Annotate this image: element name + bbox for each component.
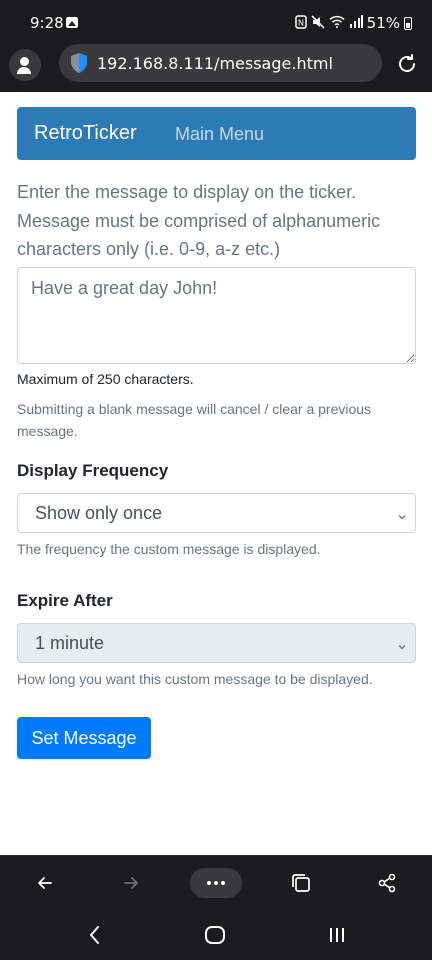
nav-back-icon[interactable] <box>83 923 107 947</box>
tabs-icon[interactable] <box>286 868 316 898</box>
back-arrow-icon[interactable] <box>30 868 60 898</box>
chevron-down-icon <box>397 636 407 650</box>
url-text[interactable]: 192.168.8.111/message.html <box>97 54 333 73</box>
status-time: 9:28 <box>30 14 64 32</box>
display-frequency-value[interactable]: Show only once <box>35 503 162 524</box>
more-icon[interactable] <box>190 868 242 898</box>
display-frequency-label: Display Frequency <box>17 461 169 480</box>
message-textarea[interactable]: Have a great day John! <box>17 267 416 364</box>
expire-after-select[interactable]: 1 minute <box>17 623 416 663</box>
mute-icon <box>311 14 325 32</box>
share-icon[interactable] <box>372 868 402 898</box>
status-icons: N 51% <box>294 14 412 32</box>
expire-after-value[interactable]: 1 minute <box>35 633 104 654</box>
expire-after-label: Expire After <box>17 591 113 610</box>
battery-percent: 51% <box>366 14 400 32</box>
web-page: RetroTicker Main Menu Enter the message … <box>0 92 432 855</box>
browser-address-bar: 192.168.8.111/message.html <box>0 44 432 92</box>
shield-icon[interactable] <box>69 52 89 74</box>
home-icon[interactable] <box>203 923 227 947</box>
profile-icon[interactable] <box>9 49 41 81</box>
svg-text:N: N <box>298 18 304 27</box>
signal-icon <box>349 15 363 31</box>
gallery-icon <box>66 17 78 28</box>
wifi-icon <box>329 15 345 31</box>
forward-arrow-icon[interactable] <box>116 868 146 898</box>
battery-icon <box>404 16 412 30</box>
chevron-down-icon <box>397 506 407 520</box>
navbar-brand[interactable]: RetroTicker <box>34 122 137 145</box>
display-frequency-help: The frequency the custom message is disp… <box>17 541 321 557</box>
main-menu-link[interactable]: Main Menu <box>175 124 264 145</box>
reload-icon[interactable] <box>395 52 419 76</box>
expire-after-help: How long you want this custom message to… <box>17 671 373 687</box>
recents-icon[interactable] <box>325 923 349 947</box>
display-frequency-select[interactable]: Show only once <box>17 493 416 533</box>
set-message-button[interactable]: Set Message <box>17 717 151 759</box>
max-chars-note: Maximum of 250 characters. <box>17 371 194 387</box>
system-nav-bar <box>0 910 432 960</box>
intro-text: Enter the message to display on the tick… <box>17 182 381 259</box>
url-field[interactable]: 192.168.8.111/message.html <box>59 44 382 82</box>
nfc-icon: N <box>294 14 307 32</box>
status-bar: 9:28 N 51% <box>0 0 432 44</box>
blank-message-note: Submitting a blank message will cancel /… <box>17 401 372 439</box>
browser-bottom-toolbar <box>0 855 432 910</box>
site-navbar: RetroTicker Main Menu <box>17 107 416 160</box>
